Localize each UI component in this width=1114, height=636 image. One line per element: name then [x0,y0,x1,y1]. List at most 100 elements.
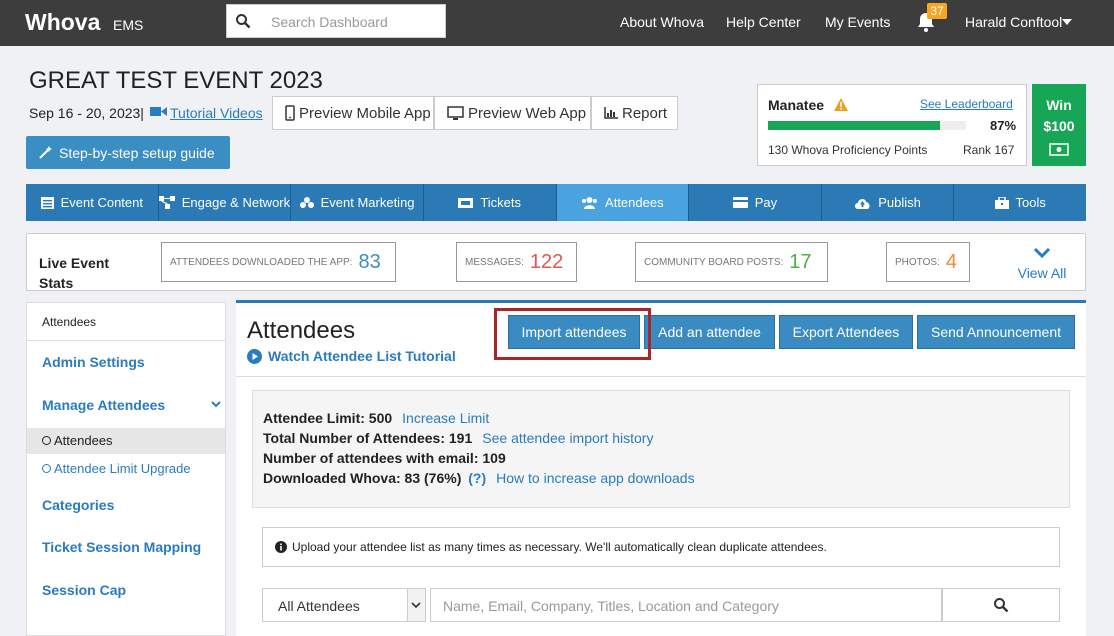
increase-downloads-link[interactable]: How to increase app downloads [496,470,694,486]
view-all-stats[interactable]: View All [1017,246,1067,281]
tab-tools[interactable]: Tools [954,184,1086,221]
tab-label: Pay [754,195,778,210]
chevron-down-icon[interactable] [211,401,221,408]
page-title: Attendees [247,317,356,344]
dashboard-search[interactable]: Search Dashboard [226,4,446,38]
divider [236,376,1086,377]
user-menu[interactable]: Harald Conftool [965,14,1062,30]
tutorial-videos-link[interactable]: Tutorial Videos [170,105,263,121]
marketing-icon [299,197,314,208]
sidebar-item-manage-attendees[interactable]: Manage Attendees [42,397,165,413]
nav-help-center[interactable]: Help Center [726,14,801,30]
leaderboard-card: Manatee See Leaderboard 87% 130 Whova Pr… [757,84,1027,166]
subitem-label: Attendee Limit Upgrade [54,461,191,476]
tab-tickets[interactable]: Tickets [424,184,557,221]
tab-event-marketing[interactable]: Event Marketing [291,184,424,221]
stat-value: 17 [789,250,812,273]
main-nav-tabs: Event Content Engage & Network Event Mar… [26,184,1086,221]
tab-publish[interactable]: Publish [822,184,955,221]
tab-label: Tickets [480,195,522,210]
preview-web-label: Preview Web App [468,104,587,122]
attendee-search-input[interactable]: Name, Email, Company, Titles, Location a… [430,588,942,622]
play-icon [247,348,262,364]
stat-value: 83 [358,250,381,273]
sidebar-item-admin-settings[interactable]: Admin Settings [42,354,145,370]
search-placeholder: Search Dashboard [271,14,388,30]
attendee-tutorial-link[interactable]: Watch Attendee List Tutorial [247,348,456,364]
export-attendees-button[interactable]: Export Attendees [779,315,913,349]
proficiency-points: 130 Whova Proficiency Points [768,143,928,157]
dropdown-toggle[interactable] [407,589,425,621]
stat-community-posts[interactable]: COMMUNITY BOARD POSTS: 17 [635,242,828,282]
tab-event-content[interactable]: Event Content [26,184,159,221]
win-prize-card[interactable]: Win $100 [1032,84,1086,166]
proficiency-progress-bar [768,121,966,130]
setup-guide-button[interactable]: Step-by-step setup guide [26,136,230,169]
win-amount: $100 [1043,118,1075,134]
stats-title: Live Event Stats [39,255,110,291]
mobile-icon [285,105,295,121]
list-icon [40,196,54,209]
tutorial-label: Watch Attendee List Tutorial [268,348,456,364]
ticket-icon [458,197,474,208]
tab-label: Event Marketing [320,195,415,210]
setup-guide-label: Step-by-step setup guide [59,144,215,161]
tab-attendees[interactable]: Attendees [556,184,690,221]
progress-fill [768,121,941,130]
send-announcement-button[interactable]: Send Announcement [917,315,1075,349]
help-link[interactable]: (?) [468,470,486,486]
stat-photos[interactable]: PHOTOS: 4 [886,242,970,282]
stat-app-downloads[interactable]: ATTENDEES DOWNLOADED THE APP: 83 [161,242,396,282]
info-attendees-email: Number of attendees with email: 109 [263,450,506,466]
increase-limit-link[interactable]: Increase Limit [402,410,489,426]
sidebar-header: Attendees [27,303,225,341]
filter-value: All Attendees [278,598,360,614]
tab-pay[interactable]: Pay [689,184,822,221]
stat-messages[interactable]: MESSAGES: 122 [456,242,577,282]
chevron-down-icon [411,602,421,609]
live-event-stats: Live Event Stats ATTENDEES DOWNLOADED TH… [26,233,1086,291]
whova-logo[interactable]: Whova [25,9,100,36]
attendee-search-button[interactable] [942,588,1060,622]
nav-about-whova[interactable]: About Whova [620,14,704,30]
preview-mobile-app-button[interactable]: Preview Mobile App [272,96,434,130]
report-button[interactable]: Report [591,96,678,130]
info-label: Downloaded Whova: 83 (76%) [263,470,462,486]
preview-web-app-button[interactable]: Preview Web App [434,96,591,130]
nav-my-events[interactable]: My Events [825,14,890,30]
cloud-upload-icon [855,198,870,209]
chevron-down-icon[interactable] [1062,19,1072,25]
chart-icon [604,107,618,119]
add-attendee-button[interactable]: Add an attendee [644,315,775,349]
sidebar-item-ticket-session-mapping[interactable]: Ticket Session Mapping [42,539,201,555]
see-leaderboard-link[interactable]: See Leaderboard [920,97,1013,111]
tab-engage-network[interactable]: Engage & Network [158,184,292,221]
attendee-filter-select[interactable]: All Attendees [262,588,426,622]
info-total-attendees: Total Number of Attendees: 191 See attend… [263,430,653,446]
upload-notice: Upload your attendee list as many times … [262,527,1060,567]
monitor-icon [447,105,464,120]
top-bar: Whova EMS Search Dashboard About Whova H… [0,0,1114,46]
import-history-link[interactable]: See attendee import history [482,430,653,446]
win-label: Win [1046,97,1072,113]
preview-mobile-label: Preview Mobile App [299,104,431,122]
sidebar-subitem-attendees[interactable]: Attendees [27,428,225,454]
info-downloaded: Downloaded Whova: 83 (76%) (?) How to inc… [263,470,695,486]
stat-label: COMMUNITY BOARD POSTS: [644,256,784,268]
sidebar: Attendees Admin Settings Manage Attendee… [26,302,226,636]
sidebar-item-categories[interactable]: Categories [42,497,114,513]
users-icon [582,196,598,209]
video-camera-icon [150,107,167,116]
sidebar-subitem-limit-upgrade[interactable]: Attendee Limit Upgrade [27,456,225,482]
stat-label: ATTENDEES DOWNLOADED THE APP: [170,256,353,268]
info-attendee-limit: Attendee Limit: 500 Increase Limit [263,410,489,426]
progress-percent: 87% [990,118,1017,133]
toolbox-icon [994,196,1009,209]
subitem-label: Attendees [54,433,113,448]
stat-value: 4 [945,250,957,273]
card-icon [732,197,748,208]
view-all-label: View All [1017,265,1067,281]
leaderboard-name: Manatee [768,97,825,113]
sidebar-item-session-cap[interactable]: Session Cap [42,582,126,598]
highlight-frame [494,308,651,360]
